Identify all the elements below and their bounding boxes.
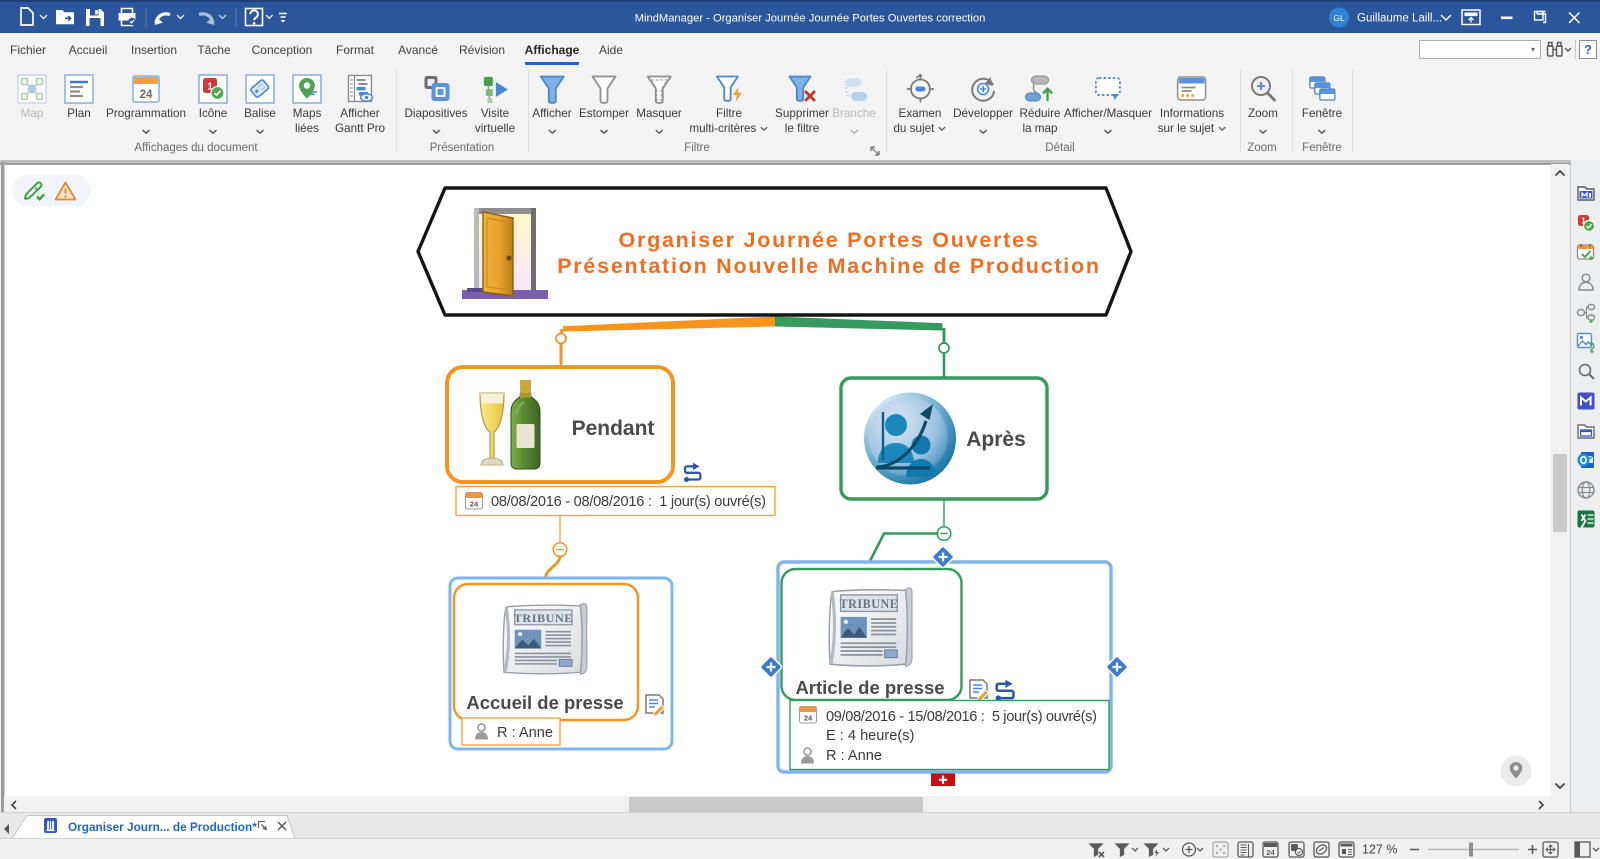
svg-text:Après: Après [966, 428, 1026, 451]
svg-text:127 %: 127 % [1362, 843, 1397, 857]
svg-text:R : Anne: R : Anne [497, 725, 553, 741]
svg-text:GL: GL [1333, 13, 1345, 23]
svg-text:24: 24 [804, 714, 813, 723]
svg-text:Présentation Nouvelle Machine: Présentation Nouvelle Machine de Product… [557, 254, 1101, 278]
svg-text:Accueil de presse: Accueil de presse [466, 692, 623, 713]
svg-text:R : Anne: R : Anne [826, 748, 882, 764]
svg-text:08/08/2016 - 08/08/2016 : 1 j: 08/08/2016 - 08/08/2016 : 1 jour(s) ouvr… [491, 494, 766, 510]
svg-text:09/08/2016 - 15/08/2016 : 5 j: 09/08/2016 - 15/08/2016 : 5 jour(s) ouvr… [826, 709, 1097, 725]
svg-text:E : 4 heure(s): E : 4 heure(s) [826, 728, 914, 744]
svg-text:24: 24 [1266, 848, 1275, 857]
svg-text:Organiser Journée Portes Ouver: Organiser Journée Portes Ouvertes [618, 228, 1039, 252]
svg-text:24: 24 [470, 500, 479, 509]
svg-text:Pendant: Pendant [572, 417, 655, 440]
svg-text:MindManager - Organiser Journé: MindManager - Organiser Journée Journée … [635, 13, 986, 25]
svg-text:Organiser Journ... de Producti: Organiser Journ... de Production* [68, 820, 257, 834]
svg-text:Guillaume Laill...: Guillaume Laill... [1357, 13, 1442, 25]
svg-text:Article de presse: Article de presse [795, 677, 944, 698]
svg-text:24: 24 [140, 89, 153, 101]
